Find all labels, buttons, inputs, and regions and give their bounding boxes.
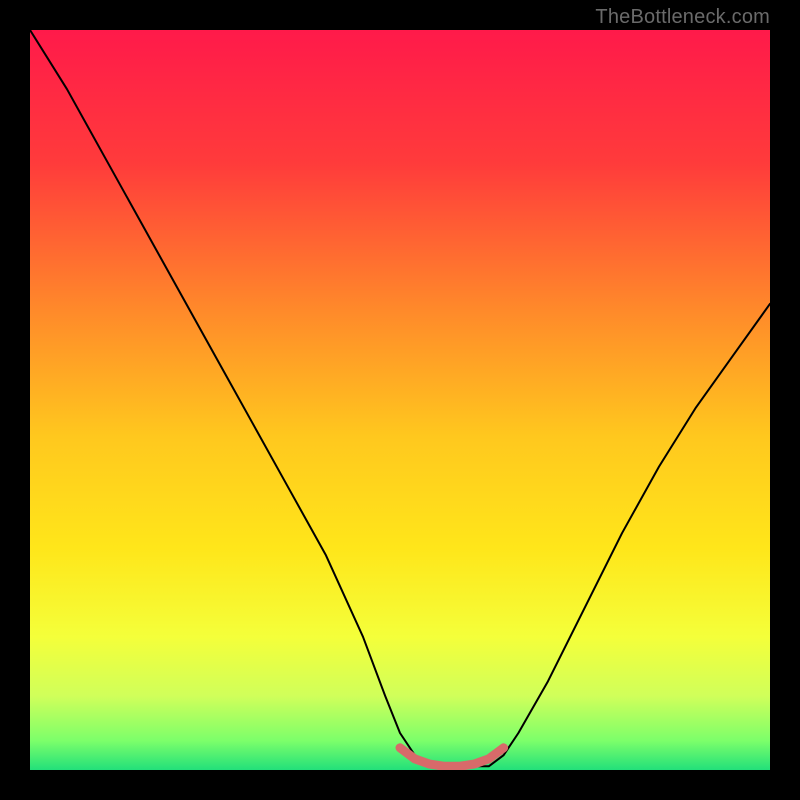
curve-layer (30, 30, 770, 770)
optimal-band (400, 748, 504, 767)
watermark-text: TheBottleneck.com (595, 6, 770, 29)
chart-frame: TheBottleneck.com (0, 0, 800, 800)
plot-area (30, 30, 770, 770)
bottleneck-curve (30, 30, 770, 766)
